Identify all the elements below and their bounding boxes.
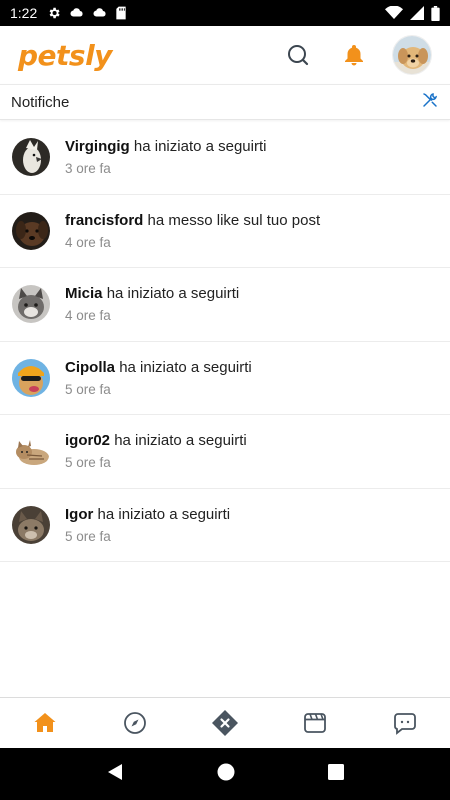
notification-user[interactable]: igor02 <box>65 432 110 449</box>
home-system-button[interactable] <box>217 763 235 786</box>
notification-action: ha iniziato a seguirti <box>119 358 252 376</box>
notification-action: ha iniziato a seguirti <box>97 505 231 523</box>
notification-item[interactable]: Micia ha iniziato a seguirti 4 ore fa <box>0 268 450 342</box>
notification-time: 3 ore fa <box>65 161 111 177</box>
bell-icon <box>345 45 363 66</box>
avatar-virgingig[interactable] <box>12 138 50 177</box>
recents-square-icon <box>327 763 344 780</box>
profile-avatar[interactable] <box>392 35 432 75</box>
avatar-igor[interactable] <box>12 505 50 544</box>
notification-user[interactable]: Micia <box>65 285 103 302</box>
notifications-button[interactable] <box>336 37 372 73</box>
notification-item[interactable]: Igor ha iniziato a seguirti 5 ore fa <box>0 489 450 562</box>
search-button[interactable] <box>280 37 316 73</box>
notification-user[interactable]: Igor <box>65 506 93 523</box>
home-circle-icon <box>217 763 235 780</box>
nav-videos[interactable] <box>295 703 335 743</box>
notification-item[interactable]: francisford ha messo like sul tuo post 4… <box>0 195 450 268</box>
home-icon <box>34 712 56 732</box>
app-header: petsly <box>0 26 450 84</box>
notification-time: 5 ore fa <box>65 381 111 397</box>
cloud-status-icon <box>69 6 84 20</box>
nav-messages[interactable] <box>385 703 425 743</box>
back-triangle-icon <box>108 763 123 780</box>
petsly-logo[interactable]: petsly <box>18 39 112 72</box>
back-button[interactable] <box>106 763 124 786</box>
notification-action: ha iniziato a seguirti <box>133 138 267 156</box>
avatar-francisford[interactable] <box>12 211 50 250</box>
status-time: 1:22 <box>10 5 38 21</box>
compass-icon <box>124 711 146 734</box>
nav-center[interactable] <box>205 703 245 743</box>
avatar-igor02[interactable] <box>12 432 50 471</box>
battery-icon <box>431 5 440 21</box>
notifications-header: Notifiche <box>0 84 450 120</box>
tools-icon <box>423 92 438 107</box>
wifi-icon <box>385 6 403 20</box>
avatar-micia[interactable] <box>12 285 50 324</box>
close-diamond-icon <box>212 709 238 736</box>
tools-button[interactable] <box>421 91 439 114</box>
recents-button[interactable] <box>327 763 344 785</box>
notification-item[interactable]: igor02 ha iniziato a seguirti 5 ore fa <box>0 415 450 489</box>
system-navigation-bar <box>0 748 450 800</box>
notification-item[interactable]: Virgingig ha iniziato a seguirti 3 ore f… <box>0 121 450 195</box>
notification-action: ha iniziato a seguirti <box>114 432 247 450</box>
notification-action: ha messo like sul tuo post <box>147 211 321 229</box>
sd-card-icon <box>115 6 127 20</box>
notifications-list: Virgingig ha iniziato a seguirti 3 ore f… <box>0 121 450 562</box>
notification-user[interactable]: Cipolla <box>65 359 115 376</box>
signal-icon <box>410 6 424 20</box>
search-icon <box>288 45 309 66</box>
notification-item[interactable]: Cipolla ha iniziato a seguirti 5 ore fa <box>0 342 450 415</box>
notification-time: 4 ore fa <box>65 308 111 324</box>
notification-action: ha iniziato a seguirti <box>106 285 240 303</box>
nav-home[interactable] <box>25 703 65 743</box>
chat-icon <box>394 712 416 735</box>
cloud-status-icon-2 <box>92 6 107 20</box>
clapperboard-icon <box>304 712 326 733</box>
status-bar: 1:22 <box>0 0 450 26</box>
notifications-title: Notifiche <box>11 93 70 111</box>
avatar-cipolla[interactable] <box>12 358 50 397</box>
settings-status-icon <box>47 6 61 20</box>
notification-user[interactable]: francisford <box>65 212 143 229</box>
notification-user[interactable]: Virgingig <box>65 138 130 155</box>
notification-time: 5 ore fa <box>65 455 111 471</box>
notification-time: 4 ore fa <box>65 234 111 250</box>
nav-explore[interactable] <box>115 703 155 743</box>
notification-time: 5 ore fa <box>65 528 111 544</box>
bottom-navigation <box>0 697 450 747</box>
